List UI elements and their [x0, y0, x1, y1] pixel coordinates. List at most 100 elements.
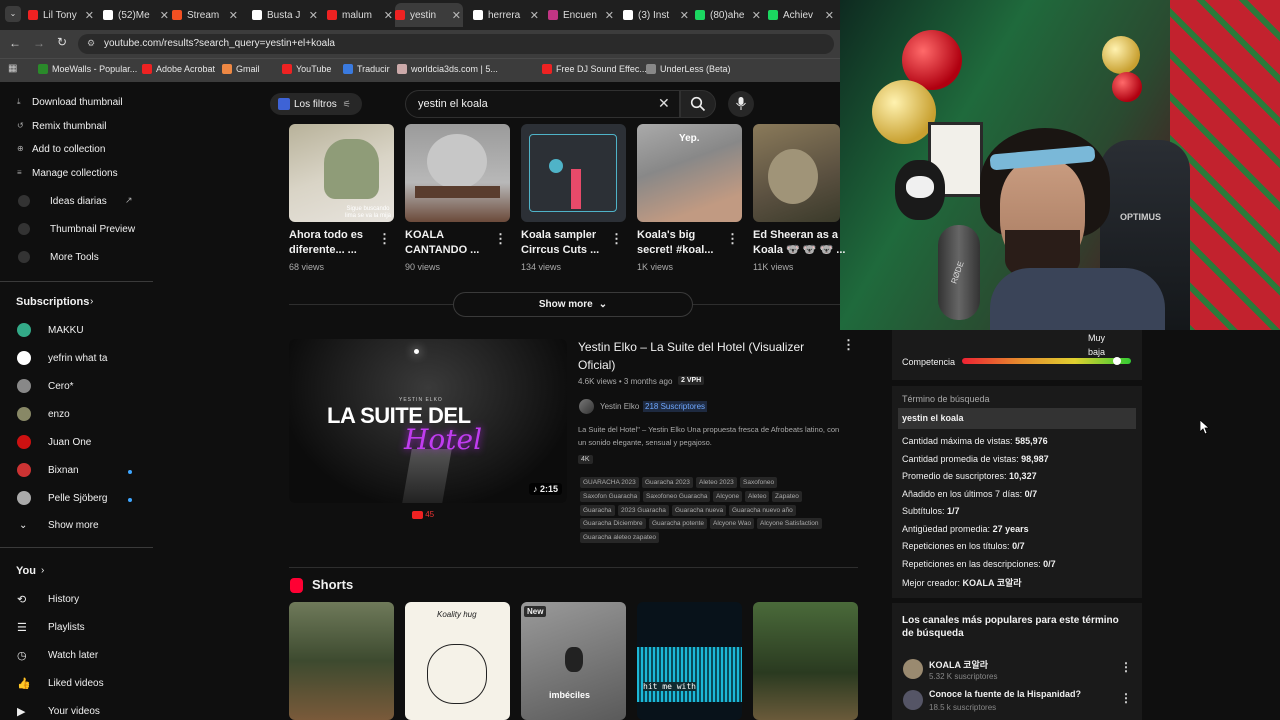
video-thumbnail[interactable]	[405, 124, 510, 222]
tab-close-icon[interactable]: ✕	[605, 9, 614, 22]
more-options-icon[interactable]: ⋮	[610, 231, 623, 247]
video-thumbnail[interactable]	[753, 124, 840, 222]
menu-download-thumbnail[interactable]: Download thumbnail	[32, 97, 123, 108]
video-thumbnail[interactable]: Sigue buscando lima se va la mija	[289, 124, 394, 222]
browser-tab[interactable]: malum ✕	[327, 3, 395, 27]
browser-tab[interactable]: (80)ahe ✕	[695, 3, 763, 27]
video-title[interactable]: Ed Sheeran as a	[753, 228, 838, 243]
show-more-button[interactable]: Show more ⌄	[453, 292, 693, 317]
tab-close-icon[interactable]: ✕	[452, 9, 461, 22]
video-tag[interactable]: GUARACHA 2023	[580, 477, 639, 488]
tab-close-icon[interactable]: ✕	[309, 9, 318, 22]
more-options-icon[interactable]: ⋮	[1120, 660, 1132, 674]
short-thumbnail[interactable]	[753, 602, 858, 720]
video-thumbnail[interactable]	[521, 124, 626, 222]
more-options-icon[interactable]: ⋮	[842, 337, 855, 353]
video-tag[interactable]: Zapateo	[772, 491, 802, 502]
filters-chip[interactable]: Los filtros ⚟	[270, 93, 362, 115]
channel-avatar[interactable]	[579, 399, 594, 414]
browser-tab[interactable]: Busta J ✕	[252, 3, 320, 27]
sidebar-channel[interactable]: MAKKU	[48, 325, 84, 336]
video-title-2[interactable]: CANTANDO ...	[405, 243, 479, 258]
sidebar-channel[interactable]: Cero*	[48, 381, 74, 392]
site-info-icon[interactable]: ⚙	[87, 38, 95, 49]
sidebar-channel[interactable]: enzo	[48, 409, 70, 420]
browser-tab[interactable]: herrera ✕	[473, 3, 541, 27]
bookmark-item[interactable]: UnderLess (Beta)	[646, 64, 731, 74]
browser-tab[interactable]: (52)Me ✕	[103, 3, 171, 27]
short-thumbnail[interactable]	[289, 602, 394, 720]
menu-ideas-diarias[interactable]: Ideas diarias	[50, 196, 107, 207]
video-tag[interactable]: Guaracha nuevo año	[729, 505, 796, 516]
short-thumbnail[interactable]: Koality hug	[405, 602, 510, 720]
video-title[interactable]: Koala's big	[637, 228, 695, 243]
bookmark-item[interactable]: Adobe Acrobat	[142, 64, 215, 74]
video-tag[interactable]: Alcyone	[713, 491, 743, 502]
tab-close-icon[interactable]: ✕	[680, 9, 689, 22]
browser-tab[interactable]: Lil Tony ✕	[28, 3, 96, 27]
video-tag[interactable]: Saxofon Guaracha	[580, 491, 641, 502]
back-icon[interactable]: ←	[9, 36, 21, 50]
tab-close-icon[interactable]: ✕	[825, 9, 834, 22]
reload-icon[interactable]: ↻	[57, 35, 67, 49]
bookmark-item[interactable]: YouTube	[282, 64, 331, 74]
video-title[interactable]: Ahora todo es	[289, 228, 363, 243]
video-tag[interactable]: Guaracha 2023	[642, 477, 693, 488]
main-video-title-2[interactable]: Oficial)	[578, 358, 615, 373]
video-title-2[interactable]: diferente... ...	[289, 243, 357, 258]
bookmark-item[interactable]: Gmail	[222, 64, 260, 74]
video-tag[interactable]: Guaracha Diciembre	[580, 518, 646, 529]
search-button[interactable]	[680, 90, 716, 118]
you-heading[interactable]: You	[16, 565, 36, 577]
menu-thumbnail-preview[interactable]: Thumbnail Preview	[50, 224, 135, 235]
more-options-icon[interactable]: ⋮	[494, 231, 507, 247]
video-tag[interactable]: Alcyone Wao	[710, 518, 755, 529]
sidebar-you-item[interactable]: Playlists	[48, 622, 85, 633]
video-tag[interactable]: Guaracha aleteo zapateo	[580, 532, 659, 543]
subscriptions-heading[interactable]: Subscriptions	[16, 296, 89, 308]
video-thumbnail[interactable]: Yep.	[637, 124, 742, 222]
browser-tab[interactable]: (3) Inst ✕	[623, 3, 691, 27]
video-tag[interactable]: Guaracha	[580, 505, 615, 516]
voice-search-button[interactable]	[728, 91, 754, 117]
menu-manage-collections[interactable]: Manage collections	[32, 168, 118, 179]
channel-avatar[interactable]	[903, 659, 923, 679]
subscriptions-show-more[interactable]: Show more	[48, 520, 99, 531]
main-video-thumbnail[interactable]: YESTIN ELKO LA SUITE DEL Hotel ♪ 2:15	[289, 339, 567, 503]
tab-close-icon[interactable]: ✕	[530, 9, 539, 22]
video-tag[interactable]: Aleteo 2023	[696, 477, 737, 488]
sidebar-you-item[interactable]: Watch later	[48, 650, 98, 661]
browser-tab[interactable]: Encuen ✕	[548, 3, 616, 27]
tab-close-icon[interactable]: ✕	[229, 9, 238, 22]
sidebar-you-item[interactable]: History	[48, 594, 79, 605]
video-tag[interactable]: Saxofoneo Guaracha	[643, 491, 711, 502]
browser-tab[interactable]: Achiev ✕	[768, 3, 836, 27]
main-video-title[interactable]: Yestin Elko – La Suite del Hotel (Visual…	[578, 340, 804, 355]
sidebar-you-item[interactable]: Liked videos	[48, 678, 104, 689]
video-title-2[interactable]: secret! #koal...	[637, 243, 713, 258]
browser-tab[interactable]: Stream ✕	[172, 3, 240, 27]
bookmark-item[interactable]: worldcia3ds.com | 5...	[397, 64, 498, 74]
bookmark-item[interactable]: Free DJ Sound Effec...	[542, 64, 647, 74]
video-tag[interactable]: Aleteo	[745, 491, 770, 502]
more-options-icon[interactable]: ⋮	[378, 231, 391, 247]
video-tag[interactable]: Guaracha nueva	[672, 505, 727, 516]
tab-close-icon[interactable]: ✕	[160, 9, 169, 22]
short-thumbnail[interactable]: New imbéciles	[521, 602, 626, 720]
video-title-2[interactable]: Cirrcus Cuts ...	[521, 243, 599, 258]
video-title[interactable]: KOALA	[405, 228, 444, 243]
more-options-icon[interactable]: ⋮	[726, 231, 739, 247]
video-tag[interactable]: Saxofoneo	[740, 477, 778, 488]
more-options-icon[interactable]: ⋮	[1120, 691, 1132, 705]
video-tag[interactable]: Alcyone Satisfaction	[757, 518, 822, 529]
sidebar-channel[interactable]: Juan One	[48, 437, 91, 448]
menu-more-tools[interactable]: More Tools	[50, 252, 99, 263]
video-title[interactable]: Koala sampler	[521, 228, 596, 243]
sidebar-channel[interactable]: Pelle Sjöberg	[48, 493, 107, 504]
browser-tab[interactable]: yestin ✕	[395, 3, 463, 27]
bookmark-item[interactable]: MoeWalls - Popular...	[38, 64, 137, 74]
tab-search-icon[interactable]: ⌄	[5, 6, 21, 22]
popular-channel-name[interactable]: Conoce la fuente de la Hispanidad?	[929, 689, 1081, 699]
sidebar-channel[interactable]: yefrin what ta	[48, 353, 107, 364]
short-thumbnail[interactable]: hit me with	[637, 602, 742, 720]
